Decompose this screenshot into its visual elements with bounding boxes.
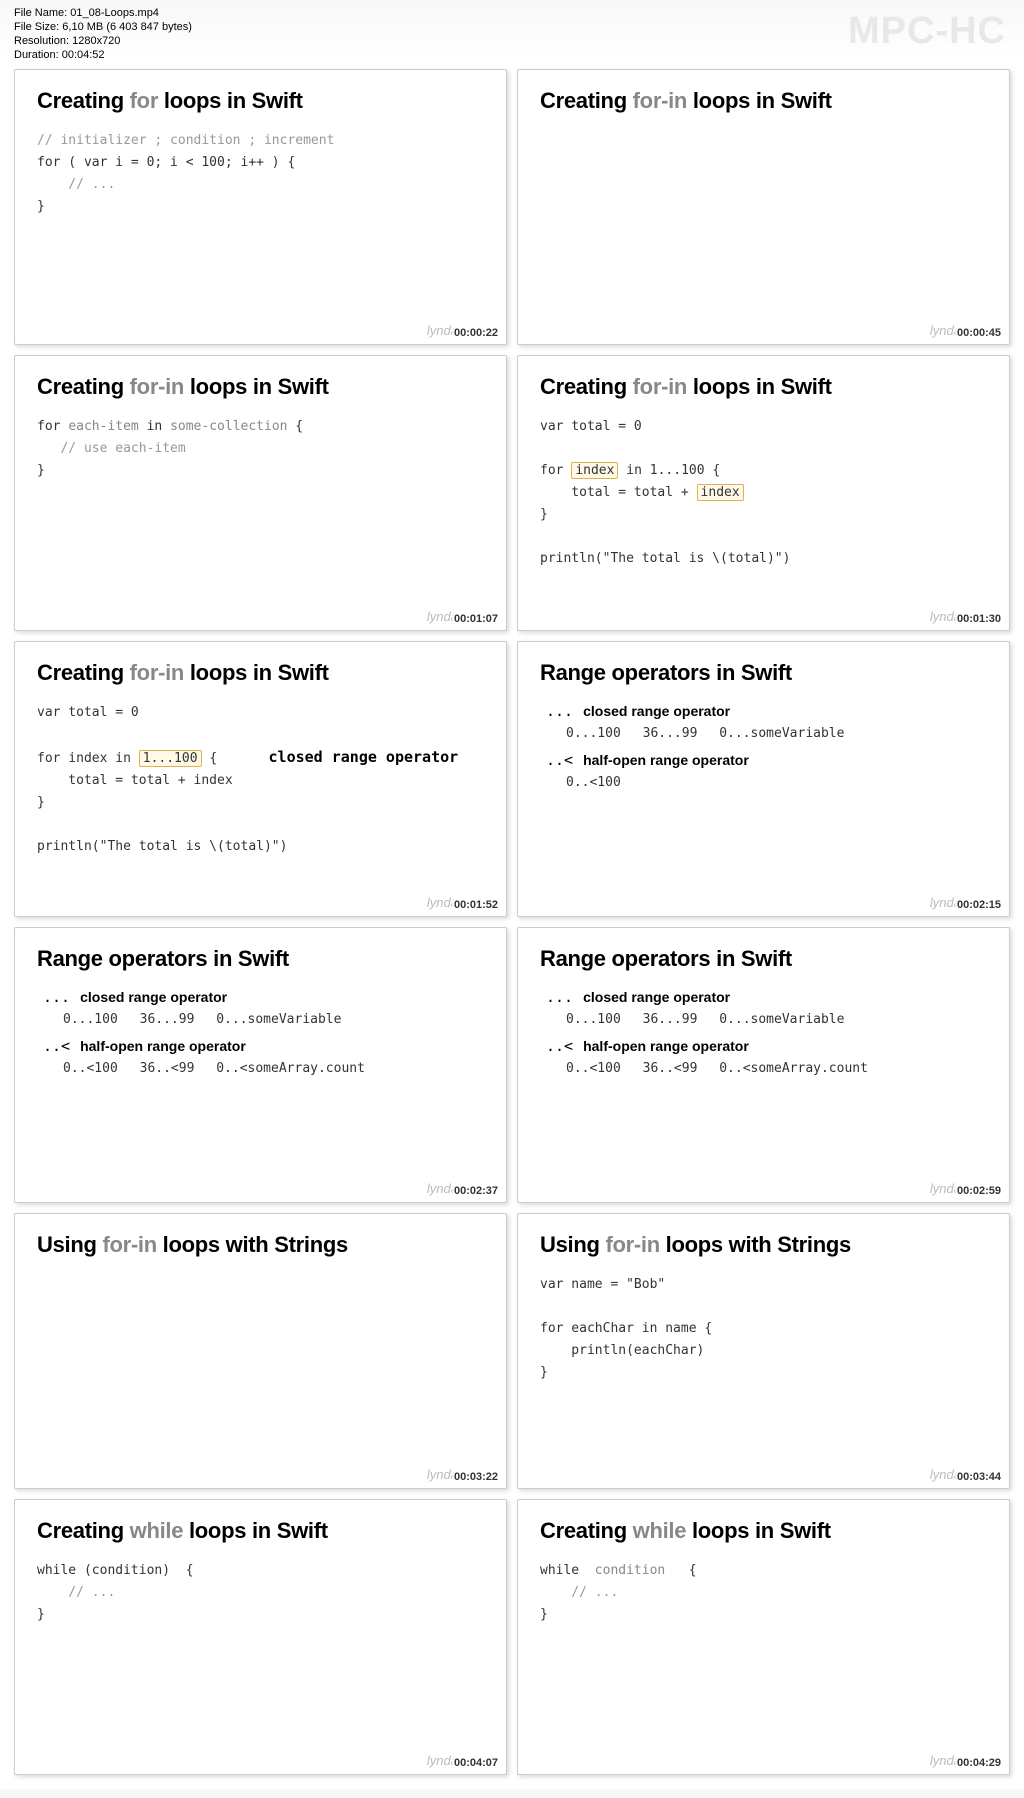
timestamp-badge: 00:01:07: [452, 612, 500, 626]
timestamp-badge: 00:01:52: [452, 898, 500, 912]
range-examples: 0...100 36...99 0...someVariable: [566, 726, 987, 741]
range-subhead: ...closed range operator: [546, 988, 987, 1006]
thumbnail-slide: Range operators in Swift ...closed range …: [517, 927, 1010, 1203]
timestamp-badge: 00:00:22: [452, 326, 500, 340]
code-block: var total = 0 for index in 1...100 { tot…: [540, 416, 987, 570]
range-subhead: ..<half-open range operator: [546, 1037, 987, 1055]
thumbnail-slide: Using for-in loops with Strings var name …: [517, 1213, 1010, 1489]
duration-value: 00:04:52: [62, 49, 105, 61]
slide-title: Creating for-in loops in Swift: [37, 374, 484, 400]
resolution-label: Resolution:: [14, 35, 72, 47]
file-size-label: File Size:: [14, 21, 62, 33]
thumbnail-slide: Creating for loops in Swift // initialize…: [14, 69, 507, 345]
thumbnail-slide: Creating for-in loops in Swift var total …: [14, 641, 507, 917]
range-examples: 0..<100: [566, 775, 987, 790]
range-examples: 0..<100 36..<99 0..<someArray.count: [63, 1061, 484, 1076]
timestamp-badge: 00:02:59: [955, 1184, 1003, 1198]
timestamp-badge: 00:03:22: [452, 1470, 500, 1484]
thumbnail-slide: Creating for-in loops in Swiftlynda00:00…: [517, 69, 1010, 345]
timestamp-badge: 00:01:30: [955, 612, 1003, 626]
resolution-value: 1280x720: [72, 35, 120, 47]
range-subhead: ..<half-open range operator: [43, 1037, 484, 1055]
range-subhead: ..<half-open range operator: [546, 751, 987, 769]
duration-label: Duration:: [14, 49, 62, 61]
app-logo: MPC-HC: [848, 6, 1014, 53]
file-name-value: 01_08-Loops.mp4: [70, 7, 159, 19]
timestamp-badge: 00:02:37: [452, 1184, 500, 1198]
range-examples: 0..<100 36..<99 0..<someArray.count: [566, 1061, 987, 1076]
slide-title: Range operators in Swift: [37, 946, 484, 972]
code-block: var name = "Bob" for eachChar in name { …: [540, 1274, 987, 1384]
thumbnail-slide: Using for-in loops with Stringslynda00:0…: [14, 1213, 507, 1489]
slide-title: Creating for-in loops in Swift: [540, 88, 987, 114]
timestamp-badge: 00:03:44: [955, 1470, 1003, 1484]
thumbnail-slide: Creating for-in loops in Swift for each-i…: [14, 355, 507, 631]
file-name-label: File Name:: [14, 7, 70, 19]
range-subhead: ...closed range operator: [546, 702, 987, 720]
slide-title: Range operators in Swift: [540, 660, 987, 686]
code-block: for each-item in some-collection { // us…: [37, 416, 484, 482]
timestamp-badge: 00:02:15: [955, 898, 1003, 912]
range-examples: 0...100 36...99 0...someVariable: [566, 1012, 987, 1027]
range-examples: 0...100 36...99 0...someVariable: [63, 1012, 484, 1027]
thumbnail-slide: Creating for-in loops in Swift var total …: [517, 355, 1010, 631]
file-info: File Name: 01_08-Loops.mp4 File Size: 6,…: [14, 6, 192, 62]
thumbnail-slide: Range operators in Swift ...closed range …: [14, 927, 507, 1203]
slide-title: Creating while loops in Swift: [540, 1518, 987, 1544]
thumbnail-slide: Range operators in Swift ...closed range …: [517, 641, 1010, 917]
thumbnail-slide: Creating while loops in Swift while (cond…: [14, 1499, 507, 1775]
code-block: var total = 0 for index in 1...100 { clo…: [37, 702, 484, 858]
slide-title: Creating for-in loops in Swift: [540, 374, 987, 400]
thumbnail-grid: Creating for loops in Swift // initialize…: [0, 65, 1024, 1789]
timestamp-badge: 00:04:07: [452, 1756, 500, 1770]
slide-title: Creating for loops in Swift: [37, 88, 484, 114]
code-block: while condition { // ... }: [540, 1560, 987, 1626]
timestamp-badge: 00:04:29: [955, 1756, 1003, 1770]
timestamp-badge: 00:00:45: [955, 326, 1003, 340]
code-block: // initializer ; condition ; increment f…: [37, 130, 484, 218]
thumbnail-slide: Creating while loops in Swift while condi…: [517, 1499, 1010, 1775]
slide-title: Creating for-in loops in Swift: [37, 660, 484, 686]
slide-title: Creating while loops in Swift: [37, 1518, 484, 1544]
slide-title: Using for-in loops with Strings: [540, 1232, 987, 1258]
code-block: while (condition) { // ... }: [37, 1560, 484, 1626]
range-subhead: ...closed range operator: [43, 988, 484, 1006]
header: File Name: 01_08-Loops.mp4 File Size: 6,…: [0, 0, 1024, 65]
slide-title: Using for-in loops with Strings: [37, 1232, 484, 1258]
file-size-value: 6,10 MB (6 403 847 bytes): [62, 21, 192, 33]
slide-title: Range operators in Swift: [540, 946, 987, 972]
